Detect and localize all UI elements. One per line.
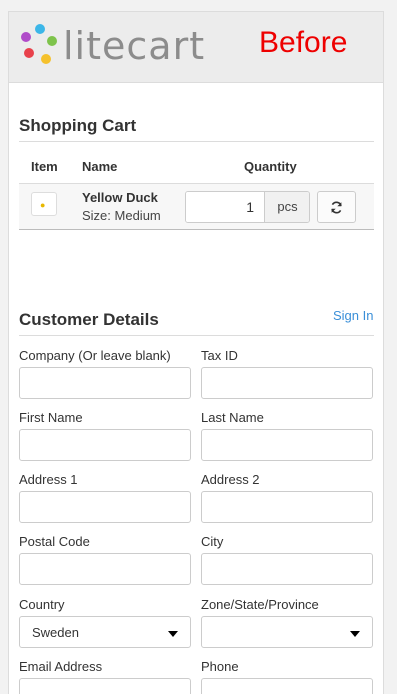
last-name-field[interactable] [201,429,373,461]
country-label: Country [19,597,65,612]
refresh-icon [331,201,342,213]
duck-thumbnail-icon: ● [40,200,46,210]
customer-title-divider [19,335,374,336]
product-thumbnail[interactable]: ● [31,192,57,216]
country-select-value: Sweden [32,624,79,640]
first-name-label: First Name [19,410,83,425]
logo-dots-icon[interactable] [21,24,61,66]
chevron-down-icon [168,631,178,637]
cart-title: Shopping Cart [19,116,137,135]
chevron-down-icon [350,631,360,637]
zone-select[interactable] [201,616,373,648]
quantity-unit: pcs [264,192,309,222]
before-badge: Before [259,26,348,59]
postal-code-label: Postal Code [19,534,90,549]
tax-id-field[interactable] [201,367,373,399]
first-name-field[interactable] [19,429,191,461]
brand-name[interactable]: litecart [63,24,205,68]
email-field[interactable] [19,678,191,694]
city-field[interactable] [201,553,373,585]
address1-field[interactable] [19,491,191,523]
column-quantity: Quantity [244,159,297,174]
company-label: Company (Or leave blank) [19,348,171,363]
sign-in-link[interactable]: Sign In [333,308,373,323]
page: litecart Before Shopping Cart Item Name … [8,11,384,694]
country-select[interactable]: Sweden [19,616,191,648]
zone-label: Zone/State/Province [201,597,319,612]
last-name-label: Last Name [201,410,264,425]
update-quantity-button[interactable] [317,191,356,223]
quantity-group: pcs [185,191,310,223]
city-label: City [201,534,224,549]
address1-label: Address 1 [19,472,78,487]
address2-field[interactable] [201,491,373,523]
company-field[interactable] [19,367,191,399]
phone-label: Phone [201,659,239,674]
customer-details-title: Customer Details [19,310,159,329]
product-name[interactable]: Yellow Duck [82,190,158,205]
product-size: Size: Medium [82,208,161,223]
email-label: Email Address [19,659,103,674]
quantity-input[interactable] [186,192,264,222]
column-item: Item [31,159,58,174]
postal-code-field[interactable] [19,553,191,585]
column-name: Name [82,159,118,174]
tax-id-label: Tax ID [201,348,238,363]
phone-field[interactable] [201,678,373,694]
cart-title-divider [19,141,374,142]
address2-label: Address 2 [201,472,260,487]
header: litecart Before [9,12,383,83]
